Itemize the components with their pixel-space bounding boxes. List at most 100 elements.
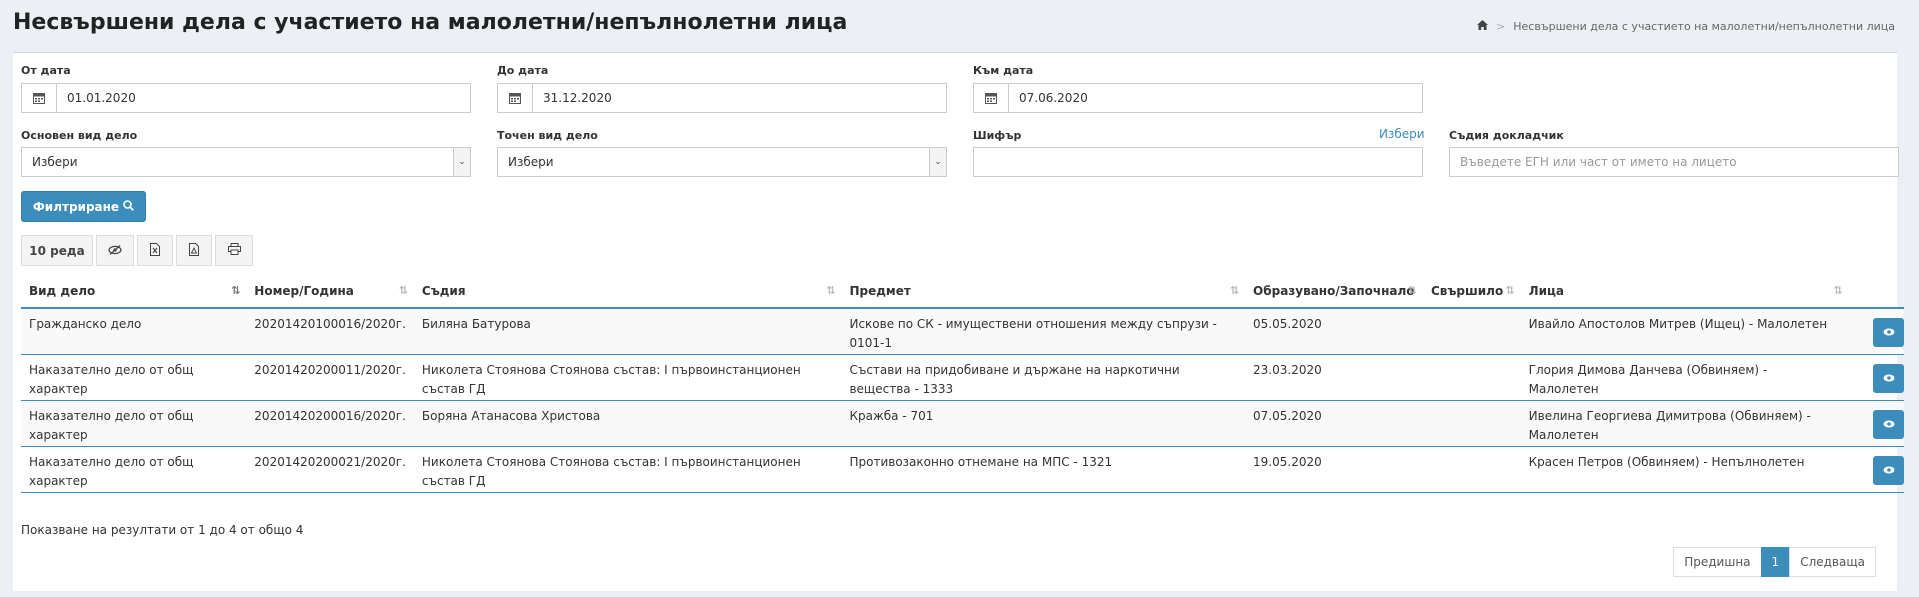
cell-started: 19.05.2020 [1245,446,1423,493]
sort-icon: ⇅ [1229,284,1240,297]
pagination-next[interactable]: Следваща [1789,547,1876,577]
cell-subject: Противозаконно отнемане на МПС - 1321 [841,446,1246,493]
rows-per-page-button[interactable]: 10 реда [21,235,93,266]
table-row: Наказателно дело от общ характер 20201420… [21,400,1904,447]
table-header-row: Вид дело ⇅ Номер/Година ⇅ Съдия ⇅ Предмет ⇅ … [21,274,1904,309]
judge-label: Съдия докладчик [1449,129,1564,142]
view-button[interactable] [1873,363,1904,393]
column-visibility-button[interactable] [96,235,134,266]
export-pdf-button[interactable] [176,235,212,266]
table-row: Наказателно дело от общ характер 20201420… [21,354,1904,401]
calendar-icon[interactable] [22,84,57,112]
filter-button[interactable]: Филтриране [21,191,146,222]
cell-persons: Глория Димова Данчева (Обвиняем) - Малол… [1520,354,1849,401]
as-of-date-value: 07.06.2020 [1019,91,1088,105]
to-date-value: 31.12.2020 [543,91,612,105]
search-icon [123,199,135,214]
view-button[interactable] [1873,318,1904,347]
cell-finished [1423,308,1521,355]
file-pdf-icon [189,242,199,259]
cell-persons: Красен Петров (Обвиняем) - Непълнолетен [1520,446,1849,493]
home-icon[interactable] [1477,20,1489,33]
column-header-started[interactable]: Образувано/Започнало ⇅ [1245,274,1423,309]
filter-button-label: Филтриране [32,199,120,214]
exact-case-type-select[interactable]: Избери ⌄ [497,147,947,177]
eye-icon [1883,415,1895,434]
column-header-persons[interactable]: Лица ⇅ [1520,274,1849,309]
calendar-icon[interactable] [498,84,533,112]
from-date-value: 01.01.2020 [67,91,136,105]
cell-subject: Искове по СК - имуществени отношения меж… [841,308,1246,355]
view-button[interactable] [1873,409,1904,439]
cell-judge: Николета Стоянова Стоянова състав: I пър… [413,446,842,493]
table-row: Наказателно дело от общ характер 20201420… [21,446,1904,493]
cell-case-type: Наказателно дело от общ характер [21,354,247,401]
chevron-down-icon[interactable]: ⌄ [929,148,946,176]
as-of-date-input[interactable]: 07.06.2020 [973,83,1423,113]
cell-number: 20201420200011/2020г. [246,354,414,401]
pagination: Предишна 1 Следваща [1673,547,1876,577]
cell-subject: Състави на придобиване и държане на нарк… [841,354,1246,401]
cell-persons: Ивелина Георгиева Димитрова (Обвиняем) -… [1520,400,1849,447]
cell-judge: Боряна Атанасова Христова [413,400,842,447]
to-date-label: До дата [497,64,549,77]
cell-actions [1848,308,1904,355]
cell-finished [1423,354,1521,401]
breadcrumb: > Несвършени дела с участието на малолет… [1477,20,1895,33]
code-select-link[interactable]: Избери [1379,127,1425,141]
cell-number: 20201420200016/2020г. [246,400,414,447]
cell-started: 23.03.2020 [1245,354,1423,401]
to-date-input[interactable]: 31.12.2020 [497,83,947,113]
cell-case-type: Наказателно дело от общ характер [21,446,247,493]
main-case-type-label: Основен вид дело [21,129,138,142]
from-date-input[interactable]: 01.01.2020 [21,83,471,113]
cell-finished [1423,446,1521,493]
eye-slash-icon [108,244,122,258]
code-input[interactable] [973,147,1423,177]
eye-icon [1883,323,1895,342]
pagination-page-1[interactable]: 1 [1760,547,1791,577]
sort-icon: ⇅ [1833,284,1843,297]
column-header-judge[interactable]: Съдия ⇅ [413,274,842,309]
cases-table: Вид дело ⇅ Номер/Година ⇅ Съдия ⇅ Предмет ⇅ … [21,274,1904,493]
filter-panel: От дата 01.01.2020 До дата 31.12.2020 Къ… [13,52,1904,591]
column-header-subject[interactable]: Предмет ⇅ [841,274,1246,309]
judge-input[interactable]: Въведете ЕГН или част от името на лицето [1449,147,1899,177]
cell-case-type: Гражданско дело [21,308,247,355]
main-case-type-value: Избери [32,155,78,169]
results-info: Показване на резултати от 1 до 4 от общо… [21,523,304,537]
column-header-case-type[interactable]: Вид дело ⇅ [21,274,247,309]
sort-icon: ⇅ [1505,284,1515,297]
main-case-type-select[interactable]: Избери ⌄ [21,147,471,177]
cell-number: 20201420200021/2020г. [246,446,414,493]
sort-asc-icon: ⇅ [231,284,241,297]
cell-started: 07.05.2020 [1245,400,1423,447]
calendar-icon[interactable] [974,84,1009,112]
print-icon [227,243,241,258]
from-date-label: От дата [21,64,71,77]
judge-placeholder: Въведете ЕГН или част от името на лицето [1460,155,1737,169]
eye-icon [1883,369,1895,388]
cell-started: 05.05.2020 [1245,308,1423,355]
cell-subject: Кражба - 701 [841,400,1246,447]
cell-judge: Биляна Батурова [413,308,842,355]
column-header-number[interactable]: Номер/Година ⇅ [246,274,414,309]
file-excel-icon [150,242,160,259]
chevron-down-icon[interactable]: ⌄ [453,148,470,176]
cell-persons: Ивайло Апостолов Митрев (Ищец) - Малолет… [1520,308,1849,355]
exact-case-type-label: Точен вид дело [497,129,598,142]
table-row: Гражданско дело 20201420100016/2020г. Биля… [21,308,1904,355]
pagination-previous[interactable]: Предишна [1673,547,1762,577]
column-header-finished[interactable]: Свършило ⇅ [1423,274,1521,309]
cell-case-type: Наказателно дело от общ характер [21,400,247,447]
sort-icon: ⇅ [398,284,408,297]
cell-number: 20201420100016/2020г. [246,308,414,355]
export-excel-button[interactable] [137,235,173,266]
sort-icon: ⇅ [1407,284,1417,297]
print-button[interactable] [215,235,253,266]
breadcrumb-separator: > [1496,20,1506,33]
view-button[interactable] [1873,455,1904,485]
exact-case-type-value: Избери [508,155,554,169]
sort-icon: ⇅ [826,284,836,297]
column-header-actions [1848,274,1904,309]
